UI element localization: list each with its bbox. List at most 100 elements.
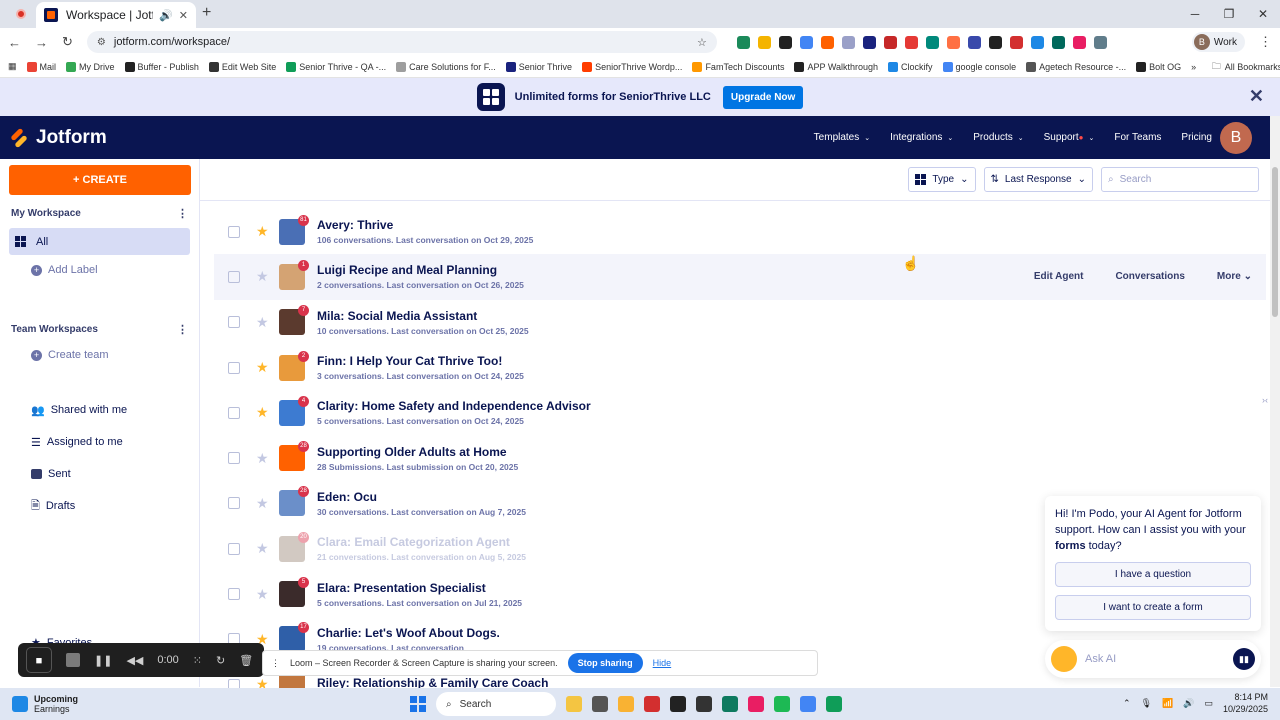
volume-icon[interactable]: 🔊 — [1183, 698, 1194, 709]
ask-ai-bar[interactable]: Ask AI ▮▮ — [1045, 640, 1261, 678]
bookmark-item[interactable]: Agetech Resource -... — [1026, 61, 1126, 72]
search-input[interactable]: ⌕ Search — [1101, 167, 1259, 192]
more-options-icon[interactable]: ⋮ — [177, 207, 188, 220]
nav-pricing[interactable]: Pricing — [1181, 132, 1212, 143]
weather-widget[interactable]: Upcoming Earnings — [12, 694, 78, 714]
extension-icon[interactable] — [967, 35, 981, 49]
row-checkbox[interactable] — [228, 361, 240, 374]
have-question-button[interactable]: I have a question — [1055, 562, 1251, 587]
user-avatar[interactable]: B — [1220, 121, 1252, 154]
pause-icon[interactable]: ❚❚ — [94, 654, 112, 667]
browser-menu-icon[interactable]: ⋮ — [1259, 34, 1272, 50]
agent-name[interactable]: Charlie: Let's Woof About Dogs. — [317, 626, 500, 640]
back-icon[interactable]: ← — [8, 35, 21, 50]
file-explorer-icon[interactable] — [618, 696, 634, 712]
puzzle-extensions-icon[interactable] — [1093, 35, 1107, 49]
agent-name[interactable]: Clara: Email Categorization Agent — [317, 535, 526, 549]
sort-dropdown[interactable]: ⇅ Last Response ⌄ — [983, 167, 1093, 192]
browser-tab[interactable]: Workspace | Jotform 🔊 ✕ — [36, 2, 196, 28]
url-bar[interactable]: ⚙ jotform.com/workspace/ ☆ — [86, 31, 717, 53]
apps-grid-icon[interactable]: ▦ — [8, 61, 17, 72]
app-icon[interactable] — [670, 696, 686, 712]
speaker-icon[interactable]: 🔊 — [159, 9, 173, 22]
close-window-icon[interactable]: ✕ — [1246, 0, 1280, 28]
extension-icon[interactable] — [883, 35, 897, 49]
bookmark-item[interactable]: SeniorThrive Wordp... — [582, 61, 682, 72]
list-item[interactable]: ★ 2 Finn: I Help Your Cat Thrive Too! 3 con… — [200, 345, 1266, 390]
app-icon[interactable] — [644, 696, 660, 712]
row-checkbox[interactable] — [228, 406, 240, 419]
agent-name[interactable]: Clarity: Home Safety and Independence Ad… — [317, 399, 591, 413]
app-icon[interactable] — [566, 696, 582, 712]
agent-name[interactable]: Finn: I Help Your Cat Thrive Too! — [317, 354, 524, 368]
mic-icon[interactable]: 🎙 — [1141, 698, 1152, 709]
clock[interactable]: 8:14 PM 10/29/2025 — [1223, 691, 1268, 715]
extension-icon[interactable] — [1030, 35, 1044, 49]
extension-icon[interactable] — [988, 35, 1002, 49]
extension-icon[interactable] — [736, 35, 750, 49]
wifi-icon[interactable]: 📶 — [1162, 698, 1173, 709]
drag-handle-icon[interactable]: ⋮ — [271, 658, 280, 669]
agent-name[interactable]: Eden: Ocu — [317, 490, 526, 504]
collapse-panel-icon[interactable]: ›‹ — [1262, 395, 1268, 405]
agent-name[interactable]: Supporting Older Adults at Home — [317, 445, 518, 459]
taskbar-search[interactable]: ⌕ Search — [436, 692, 556, 716]
trash-icon[interactable]: 🗑 — [239, 654, 253, 667]
nav-products[interactable]: Products ⌄ — [973, 132, 1023, 143]
agent-name[interactable]: Luigi Recipe and Meal Planning — [317, 263, 524, 277]
stop-record-icon[interactable] — [66, 653, 80, 667]
extension-icon[interactable] — [1009, 35, 1023, 49]
bookmark-item[interactable]: Care Solutions for F... — [396, 61, 496, 72]
agent-name[interactable]: Mila: Social Media Assistant — [317, 309, 529, 323]
more-button[interactable]: More ⌄ — [1217, 271, 1252, 282]
list-item[interactable]: ★ 7 Mila: Social Media Assistant 10 convers… — [200, 300, 1266, 345]
upgrade-now-button[interactable]: Upgrade Now — [722, 85, 804, 109]
favorite-star-icon[interactable]: ★ — [256, 495, 270, 512]
favorite-star-icon[interactable]: ★ — [256, 314, 270, 331]
add-label-button[interactable]: + Add Label — [9, 255, 190, 285]
rewind-icon[interactable]: ◀◀ — [126, 654, 143, 667]
nav-support[interactable]: Support● ⌄ — [1044, 132, 1095, 143]
bookmark-item[interactable]: Clockify — [888, 61, 933, 72]
favorite-star-icon[interactable]: ★ — [256, 268, 270, 285]
row-checkbox[interactable] — [228, 497, 240, 510]
chrome-icon[interactable] — [800, 696, 816, 712]
page-scrollbar[interactable] — [1270, 116, 1280, 159]
conversations-button[interactable]: Conversations — [1115, 271, 1184, 282]
extension-icon[interactable] — [799, 35, 813, 49]
edit-agent-button[interactable]: Edit Agent — [1034, 271, 1084, 282]
row-checkbox[interactable] — [228, 225, 240, 238]
row-checkbox[interactable] — [228, 270, 240, 283]
list-item[interactable]: ★ 28 Supporting Older Adults at Home 28 Sub… — [200, 435, 1266, 480]
create-team-button[interactable]: + Create team — [9, 340, 190, 370]
extension-icon[interactable] — [820, 35, 834, 49]
extension-icon[interactable] — [1072, 35, 1086, 49]
reload-icon[interactable]: ↻ — [62, 34, 73, 50]
ask-ai-input[interactable]: Ask AI — [1085, 653, 1116, 665]
task-view-icon[interactable] — [592, 696, 608, 712]
bookmark-item[interactable]: Senior Thrive — [505, 61, 572, 72]
restart-icon[interactable]: ↻ — [216, 654, 225, 667]
bookmark-star-icon[interactable]: ☆ — [697, 36, 707, 49]
close-tab-icon[interactable]: ✕ — [179, 9, 188, 22]
voice-icon[interactable]: ▮▮ — [1233, 648, 1255, 670]
create-form-button[interactable]: I want to create a form — [1055, 595, 1251, 620]
hide-link[interactable]: Hide — [653, 658, 672, 668]
chevron-up-icon[interactable]: ⌃ — [1123, 698, 1131, 709]
extension-icon[interactable] — [904, 35, 918, 49]
favorite-star-icon[interactable]: ★ — [256, 223, 270, 240]
sidebar-item-shared[interactable]: 👥 Shared with me — [9, 394, 190, 426]
nav-integrations[interactable]: Integrations ⌄ — [890, 132, 953, 143]
close-banner-icon[interactable]: ✕ — [1249, 86, 1264, 107]
chrome-icon[interactable] — [826, 696, 842, 712]
extension-icon[interactable] — [946, 35, 960, 49]
maximize-icon[interactable]: ❐ — [1212, 0, 1246, 28]
new-tab-icon[interactable]: + — [202, 4, 211, 22]
extension-icon[interactable] — [757, 35, 771, 49]
row-checkbox[interactable] — [228, 542, 240, 555]
app-icon[interactable] — [696, 696, 712, 712]
type-filter-dropdown[interactable]: Type ⌄ — [908, 167, 976, 192]
favorite-star-icon[interactable]: ★ — [256, 359, 270, 376]
extension-icon[interactable] — [1051, 35, 1065, 49]
create-button[interactable]: + CREATE — [9, 165, 191, 195]
